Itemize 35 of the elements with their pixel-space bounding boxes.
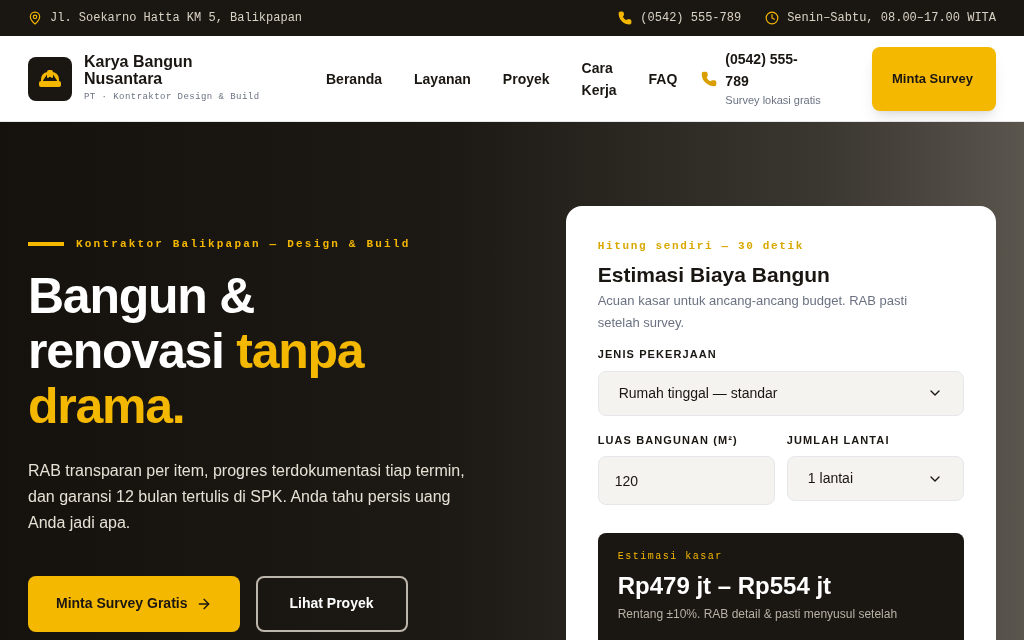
nav-link[interactable]: FAQ — [648, 67, 678, 90]
estimate-label: Estimasi kasar — [617, 550, 724, 564]
calculator-title: Estimasi Biaya Bangun — [597, 261, 831, 288]
hero-eyebrow: Kontraktor Balikpapan — Design & Build — [76, 237, 411, 252]
calculator-eyebrow: Hitung sendiri — 30 detik — [597, 239, 805, 254]
hours-text: Senin–Sabtu, 08.00–17.00 WITA — [787, 10, 996, 27]
estimate-range: Rp479 jt – Rp554 jt — [617, 571, 833, 601]
nav-link[interactable]: Cara Kerja — [581, 56, 617, 101]
survey-button[interactable]: Minta Survey — [872, 46, 996, 111]
field-label: JUMLAH LANTAI — [786, 432, 891, 448]
field-label: LUAS BANGUNAN (M²) — [597, 432, 739, 448]
floors-select[interactable]: 1 lantai — [786, 456, 964, 501]
logo-icon[interactable] — [28, 56, 72, 101]
nav-link[interactable]: Beranda — [326, 67, 383, 90]
primary-button[interactable]: Minta Survey Gratis — [28, 575, 240, 632]
header-phone[interactable]: (0542) 555-789 — [725, 48, 816, 93]
phone-text: (0542) 555-789 — [640, 10, 742, 27]
field-label: JENIS PEKERJAAN — [597, 347, 718, 362]
estimate-note: Rentang ±10%. RAB detail & pasti menyusul setelah — [617, 606, 899, 622]
phone-note: Survey lokasi gratis — [725, 93, 821, 109]
nav-link[interactable]: Layanan — [414, 67, 471, 90]
hero-lead: RAB transparan per item, progres terdokumentasi tiap termin, dan garansi 12 bulan tertulis di SPK. Anda tahu persis uang Anda jadi apa. — [28, 460, 466, 533]
area-input[interactable]: 120 — [597, 456, 775, 505]
address-text: Jl. Soekarno Hatta KM 5, Balikpapan — [50, 10, 303, 27]
hero-title: Bangun & renovasi tanpa drama. — [28, 268, 366, 434]
phone-icon — [701, 70, 718, 87]
calculator-description: Acuan kasar untuk ancang-ancang budget. RAB pasti setelah survey. — [597, 292, 909, 332]
phone-icon — [618, 11, 633, 25]
work-type-select[interactable]: Rumah tinggal — standar — [597, 370, 964, 416]
nav-link[interactable]: Proyek — [502, 67, 550, 90]
brand-name: Karya Bangun Nusantara — [84, 52, 194, 87]
map-pin-icon — [28, 11, 42, 25]
clock-icon — [765, 11, 780, 25]
secondary-button[interactable]: Lihat Proyek — [255, 575, 408, 632]
brand-tagline: PT · Kontraktor Design & Build — [84, 90, 260, 104]
